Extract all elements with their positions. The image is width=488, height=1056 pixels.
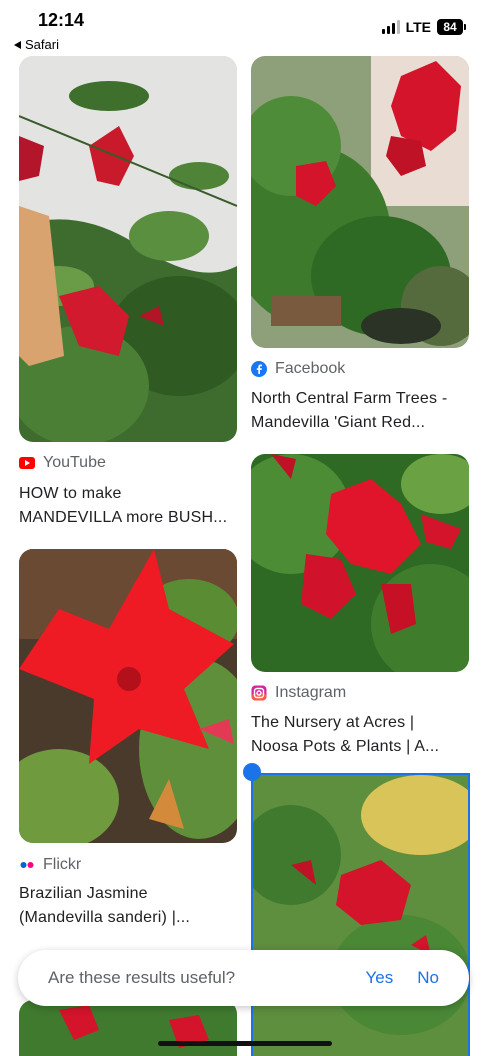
source-label: Flickr (43, 856, 82, 873)
result-title-facebook[interactable]: North Central Farm Trees - Mandevilla 'G… (251, 387, 473, 435)
result-title-flickr[interactable]: Brazilian Jasmine (Mandevilla sanderi) |… (19, 882, 241, 930)
youtube-icon (19, 455, 35, 471)
battery-icon: 84 (437, 19, 466, 35)
source-label: YouTube (43, 454, 106, 471)
title-line: Brazilian Jasmine (19, 885, 148, 902)
result-source-instagram[interactable]: Instagram (251, 684, 346, 702)
feedback-bar: Are these results useful? Yes No (18, 950, 469, 1006)
result-title-instagram[interactable]: The Nursery at Acres | Noosa Pots & Plan… (251, 711, 473, 759)
feedback-no-button[interactable]: No (417, 968, 439, 988)
status-bar: 12:14 Safari LTE 84 (0, 0, 488, 56)
result-image-instagram[interactable] (251, 454, 469, 672)
back-to-safari-button[interactable]: Safari (14, 37, 59, 52)
instagram-icon (251, 685, 267, 701)
result-image-facebook[interactable] (251, 56, 469, 348)
title-line: MANDEVILLA more BUSH... (19, 509, 228, 526)
battery-level: 84 (437, 19, 463, 35)
network-type: LTE (405, 19, 431, 35)
title-line: North Central Farm Trees - (251, 390, 448, 407)
title-line: (Mandevilla sanderi) |... (19, 909, 190, 926)
facebook-icon (251, 361, 267, 377)
result-source-flickr[interactable]: Flickr (19, 856, 81, 874)
signal-icon (381, 20, 400, 34)
back-arrow-icon (14, 40, 21, 49)
feedback-yes-button[interactable]: Yes (366, 968, 394, 988)
title-line: Mandevilla 'Giant Red... (251, 414, 426, 431)
feedback-question: Are these results useful? (48, 968, 236, 987)
flickr-icon (19, 857, 35, 873)
result-image-bottom-left[interactable] (19, 1000, 237, 1056)
title-line: The Nursery at Acres | (251, 714, 415, 731)
result-image-youtube[interactable] (19, 56, 237, 442)
back-app-label: Safari (25, 37, 59, 52)
result-source-facebook[interactable]: Facebook (251, 360, 345, 378)
source-label: Facebook (275, 360, 346, 377)
title-line: HOW to make (19, 485, 122, 502)
source-label: Instagram (275, 684, 347, 701)
result-title-youtube[interactable]: HOW to make MANDEVILLA more BUSH... (19, 482, 241, 530)
selection-border (251, 773, 470, 1056)
clock: 12:14 (38, 10, 85, 30)
result-image-flickr[interactable] (19, 549, 237, 843)
result-source-youtube[interactable]: YouTube (19, 454, 106, 472)
title-line: Noosa Pots & Plants | A... (251, 738, 440, 755)
status-icons: LTE 84 (381, 19, 466, 35)
home-indicator[interactable] (158, 1041, 332, 1046)
selection-handle[interactable] (243, 763, 261, 781)
